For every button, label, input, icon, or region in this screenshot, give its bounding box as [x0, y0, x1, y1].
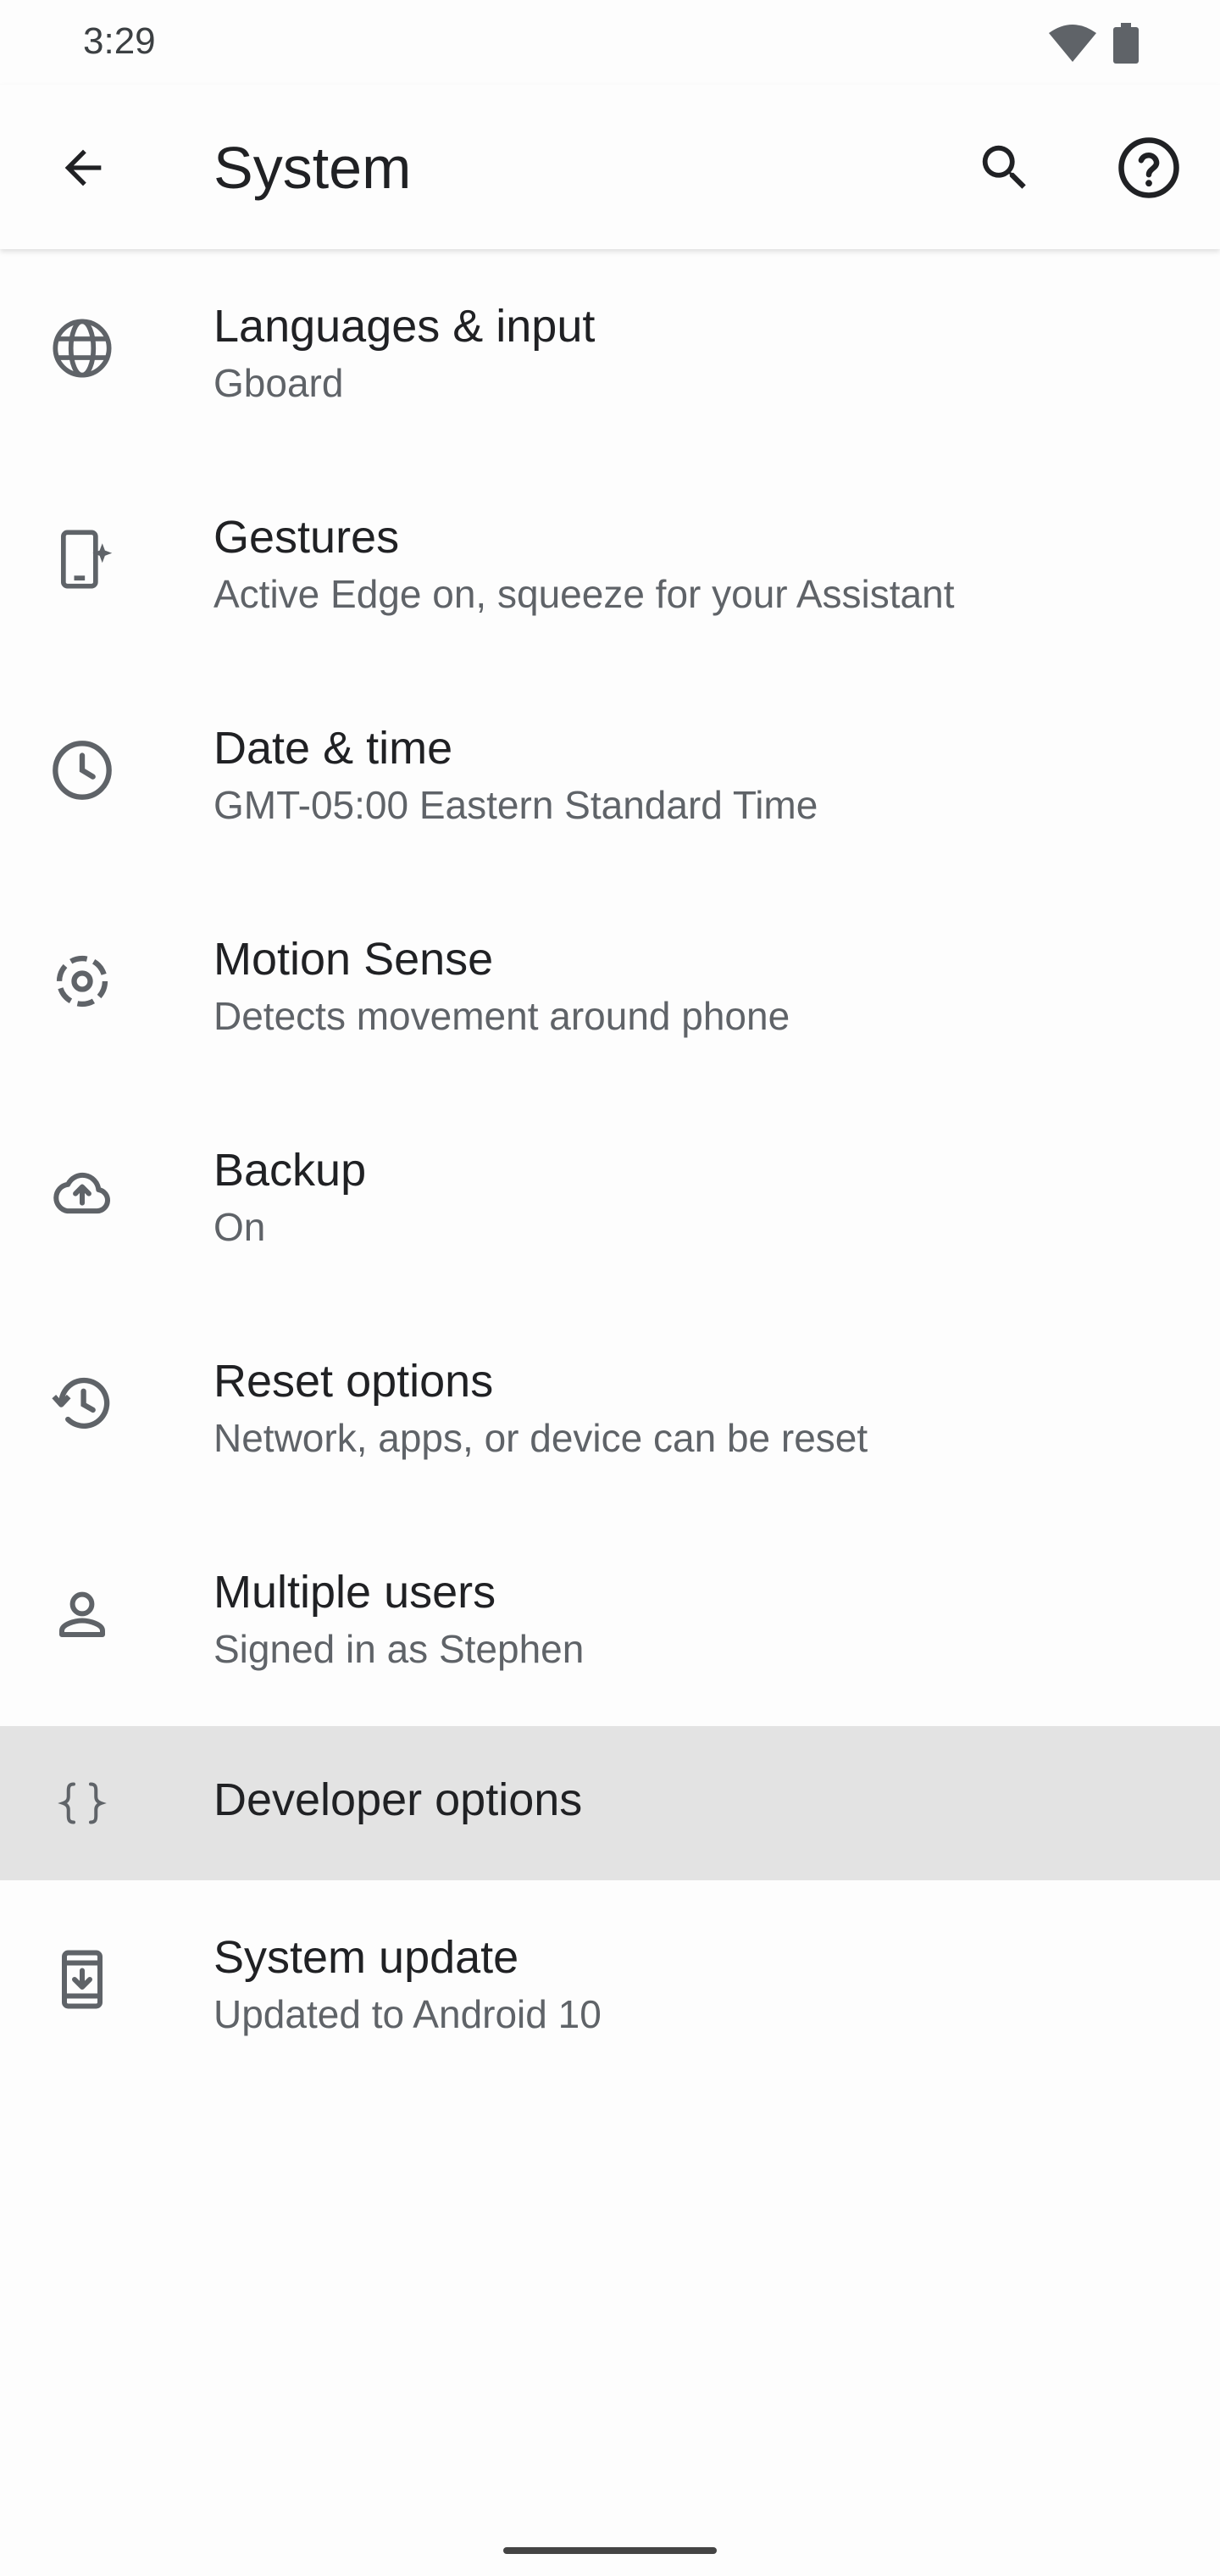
battery-icon: [1113, 23, 1139, 64]
item-label: Reset options: [214, 1356, 494, 1407]
app-bar: System: [0, 85, 1220, 249]
item-summary: On: [214, 1205, 266, 1249]
system-update-icon: [44, 1941, 120, 2018]
list-item-languages-input[interactable]: Languages & input Gboard: [0, 249, 1220, 460]
cloud-upload-icon: [44, 1154, 120, 1230]
page-title: System: [214, 135, 412, 201]
item-summary: Detects movement around phone: [214, 994, 790, 1038]
gesture-nav-handle[interactable]: [503, 2547, 717, 2554]
status-icons: [1049, 20, 1139, 66]
item-summary: GMT-05:00 Eastern Standard Time: [214, 783, 818, 827]
list-item-backup[interactable]: Backup On: [0, 1093, 1220, 1304]
item-label: Developer options: [214, 1774, 583, 1825]
help-icon: [1116, 135, 1182, 201]
settings-list: Languages & input Gboard Gestures Active…: [0, 249, 1220, 2091]
clock-icon: [44, 732, 120, 808]
list-item-system-update[interactable]: System update Updated to Android 10: [0, 1880, 1220, 2091]
item-label: Motion Sense: [214, 934, 494, 985]
help-button[interactable]: [1106, 125, 1191, 210]
status-time: 3:29: [83, 20, 156, 62]
back-button[interactable]: [41, 125, 125, 210]
item-summary: Signed in as Stephen: [214, 1627, 585, 1671]
arrow-back-icon: [56, 141, 110, 195]
item-summary: Network, apps, or device can be reset: [214, 1416, 868, 1460]
list-item-developer-options[interactable]: Developer options: [0, 1726, 1220, 1880]
item-summary: Updated to Android 10: [214, 1992, 602, 2036]
item-label: Date & time: [214, 723, 453, 774]
history-icon: [44, 1365, 120, 1441]
list-item-gestures[interactable]: Gestures Active Edge on, squeeze for you…: [0, 460, 1220, 671]
gestures-icon: [44, 521, 120, 597]
globe-icon: [44, 310, 120, 386]
item-label: Languages & input: [214, 301, 596, 352]
item-label: Backup: [214, 1145, 367, 1196]
search-icon: [975, 138, 1034, 197]
status-bar: 3:29: [0, 0, 1220, 85]
motion-sense-icon: [44, 943, 120, 1019]
list-item-multiple-users[interactable]: Multiple users Signed in as Stephen: [0, 1515, 1220, 1726]
braces-icon: [44, 1765, 120, 1841]
item-label: System update: [214, 1932, 519, 1983]
item-summary: Gboard: [214, 361, 344, 405]
person-icon: [44, 1576, 120, 1652]
item-summary: Active Edge on, squeeze for your Assista…: [214, 572, 955, 616]
list-item-reset-options[interactable]: Reset options Network, apps, or device c…: [0, 1304, 1220, 1515]
list-item-date-time[interactable]: Date & time GMT-05:00 Eastern Standard T…: [0, 671, 1220, 882]
search-button[interactable]: [962, 125, 1047, 210]
list-item-motion-sense[interactable]: Motion Sense Detects movement around pho…: [0, 882, 1220, 1093]
wifi-icon: [1049, 25, 1096, 62]
item-label: Gestures: [214, 512, 400, 563]
item-label: Multiple users: [214, 1567, 496, 1618]
